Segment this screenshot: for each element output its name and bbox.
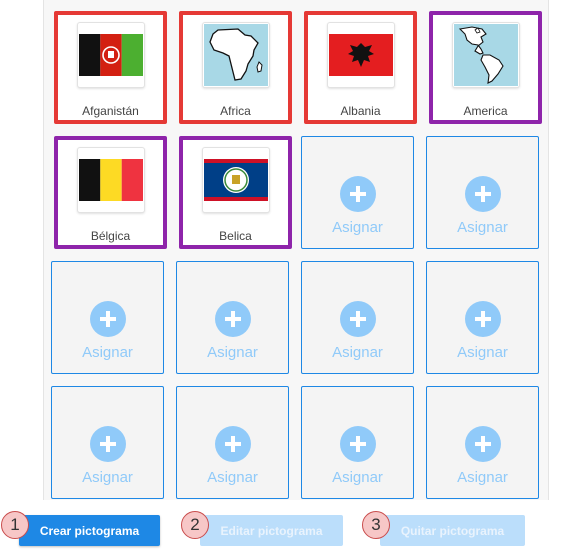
assign-label: Asignar	[332, 344, 383, 361]
annotation-marker-2: 2	[181, 511, 209, 539]
add-circle-icon[interactable]	[339, 176, 376, 212]
cell-label: Bélgica	[90, 229, 131, 243]
grid-cell-belica[interactable]: Belica	[179, 136, 292, 249]
pictogram-image	[326, 22, 395, 88]
annotation-marker-3: 3	[362, 511, 390, 539]
cell-label: Afganistán	[82, 104, 139, 118]
add-circle-icon[interactable]	[214, 426, 251, 462]
pictogram-image	[451, 22, 520, 88]
grid-cell-albania[interactable]: Albania	[304, 11, 417, 124]
pictogram-grid: Afganistán Africa Albania America Bélgic…	[43, 0, 549, 500]
add-circle-icon[interactable]	[339, 301, 376, 337]
pictogram-image	[201, 147, 270, 213]
grid-cell-belgica[interactable]: Bélgica	[54, 136, 167, 249]
grid-cell-empty[interactable]: Asignar	[426, 386, 539, 499]
pictogram-image	[201, 22, 270, 88]
grid-cell-africa[interactable]: Africa	[179, 11, 292, 124]
assign-label: Asignar	[457, 469, 508, 486]
add-circle-icon[interactable]	[464, 426, 501, 462]
africa-map-icon	[203, 24, 268, 86]
assign-label: Asignar	[82, 344, 133, 361]
grid-cell-empty[interactable]: Asignar	[176, 386, 289, 499]
cell-label: Africa	[220, 104, 251, 118]
grid-cell-empty[interactable]: Asignar	[51, 386, 164, 499]
create-pictogram-button[interactable]: Crear pictograma	[19, 515, 160, 546]
add-circle-icon[interactable]	[214, 301, 251, 337]
assign-label: Asignar	[332, 219, 383, 236]
afghanistan-flag-icon	[78, 34, 143, 76]
add-circle-icon[interactable]	[89, 426, 126, 462]
belgium-flag-icon	[78, 159, 143, 201]
assign-label: Asignar	[332, 469, 383, 486]
assign-label: Asignar	[207, 469, 258, 486]
remove-pictogram-button[interactable]: Quitar pictograma	[380, 515, 525, 546]
grid-cell-empty[interactable]: Asignar	[301, 136, 414, 249]
grid-cell-america[interactable]: America	[429, 11, 542, 124]
add-circle-icon[interactable]	[339, 426, 376, 462]
add-circle-icon[interactable]	[89, 301, 126, 337]
cell-label: Belica	[219, 229, 252, 243]
grid-cell-empty[interactable]: Asignar	[426, 261, 539, 374]
belize-flag-icon	[203, 159, 268, 201]
america-map-icon	[453, 24, 518, 86]
albania-flag-icon	[328, 34, 393, 76]
pictogram-image	[76, 147, 145, 213]
edit-pictogram-button[interactable]: Editar pictograma	[200, 515, 343, 546]
pictogram-image	[76, 22, 145, 88]
add-circle-icon[interactable]	[464, 301, 501, 337]
add-circle-icon[interactable]	[464, 176, 501, 212]
grid-cell-afganistan[interactable]: Afganistán	[54, 11, 167, 124]
grid-cell-empty[interactable]: Asignar	[301, 261, 414, 374]
assign-label: Asignar	[207, 344, 258, 361]
annotation-marker-1: 1	[1, 511, 29, 539]
assign-label: Asignar	[457, 219, 508, 236]
grid-cell-empty[interactable]: Asignar	[301, 386, 414, 499]
grid-cell-empty[interactable]: Asignar	[426, 136, 539, 249]
cell-label: Albania	[340, 104, 381, 118]
grid-cell-empty[interactable]: Asignar	[176, 261, 289, 374]
assign-label: Asignar	[457, 344, 508, 361]
grid-cell-empty[interactable]: Asignar	[51, 261, 164, 374]
assign-label: Asignar	[82, 469, 133, 486]
cell-label: America	[463, 104, 508, 118]
